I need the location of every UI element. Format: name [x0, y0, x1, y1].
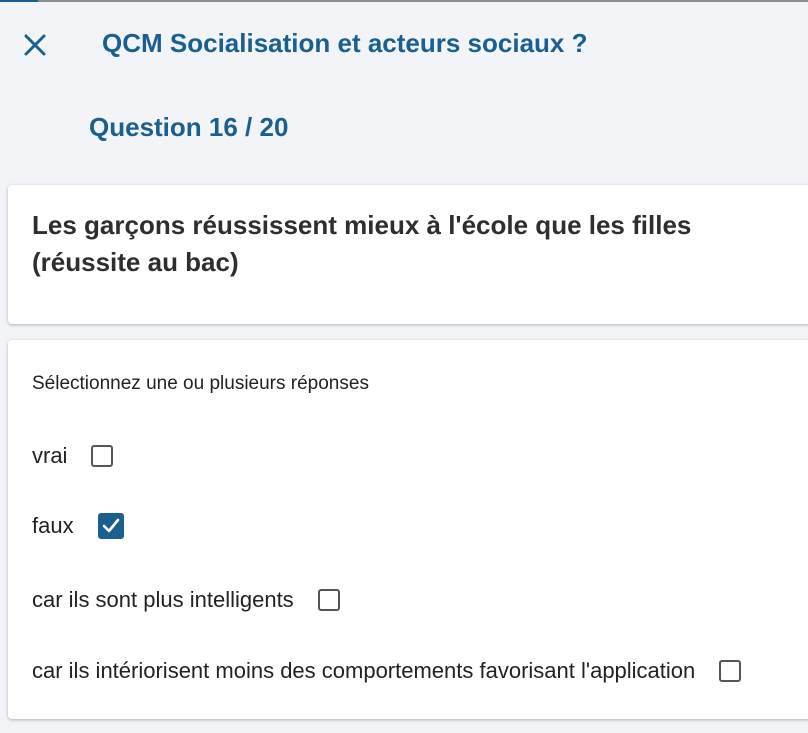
question-text: Les garçons réussissent mieux à l'école … [32, 210, 692, 277]
answer-checkbox[interactable] [719, 660, 742, 682]
answer-checkbox[interactable] [91, 445, 114, 467]
close-icon [24, 34, 46, 56]
quiz-header: QCM Socialisation et acteurs sociaux ? Q… [0, 2, 808, 169]
answer-option-label: faux [32, 513, 74, 538]
answer-option-vrai[interactable]: vrai [32, 443, 114, 469]
answer-option-label: vrai [32, 443, 68, 468]
answer-option-label: car ils sont plus intelligents [32, 587, 294, 612]
quiz-title: QCM Socialisation et acteurs sociaux ? [102, 28, 588, 58]
answer-option-faux[interactable]: faux [32, 513, 124, 539]
close-button[interactable] [18, 28, 52, 62]
checkmark-icon [102, 518, 119, 533]
answer-option-label: car ils intériorisent moins des comporte… [32, 658, 696, 683]
answer-instruction: Sélectionnez une ou plusieurs réponses [32, 373, 369, 394]
answers-card: Sélectionnez une ou plusieurs réponses v… [8, 340, 808, 719]
answer-option-interiorisent-moins[interactable]: car ils intériorisent moins des comporte… [32, 658, 742, 684]
question-card: Les garçons réussissent mieux à l'école … [8, 185, 808, 324]
answer-checkbox-checked[interactable] [97, 513, 124, 539]
question-progress: Question 16 / 20 [89, 112, 289, 142]
answer-checkbox[interactable] [317, 589, 340, 611]
answer-option-plus-intelligents[interactable]: car ils sont plus intelligents [32, 587, 340, 613]
